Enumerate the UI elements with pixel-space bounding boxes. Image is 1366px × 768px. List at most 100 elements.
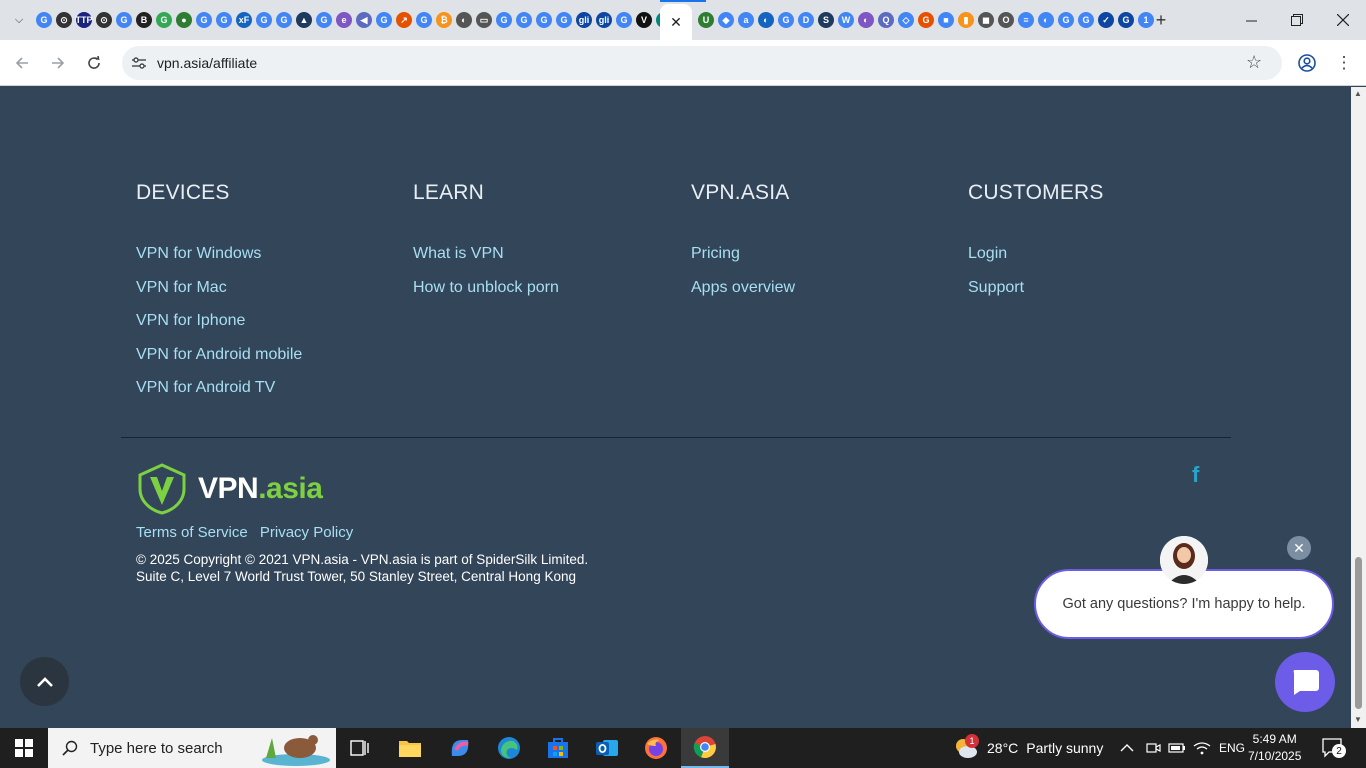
tab-favicon-icon[interactable]: ◐ <box>758 12 774 28</box>
menu-button[interactable]: ⋮ <box>1332 51 1356 75</box>
tab-favicon-icon[interactable]: G <box>276 12 292 28</box>
tab-favicon-icon[interactable]: ⊙ <box>96 12 112 28</box>
address-bar[interactable]: vpn.asia/affiliate ☆ <box>122 46 1282 80</box>
footer-link[interactable]: VPN for Android TV <box>136 379 302 413</box>
tab-search-button[interactable]: ⌵ <box>8 9 30 31</box>
tab-favicon-icon[interactable]: ◼ <box>978 12 994 28</box>
copilot-button[interactable] <box>436 728 484 768</box>
microsoft-store-button[interactable] <box>534 728 582 768</box>
tab-favicon-icon[interactable]: ₿ <box>436 12 452 28</box>
meet-now-icon[interactable] <box>1145 728 1161 768</box>
tab-favicon-icon[interactable]: ● <box>176 12 192 28</box>
site-info-icon[interactable] <box>130 54 148 72</box>
footer-link[interactable]: Apps overview <box>691 279 795 313</box>
tab-favicon-icon[interactable]: G <box>616 12 632 28</box>
footer-link[interactable]: How to unblock porn <box>413 279 559 313</box>
tab-favicon-icon[interactable]: G <box>116 12 132 28</box>
url-text[interactable]: vpn.asia/affiliate <box>157 55 257 71</box>
tab-favicon-icon[interactable]: ↗ <box>396 12 412 28</box>
chat-close-button[interactable]: ✕ <box>1287 536 1311 560</box>
tab-favicon-icon[interactable]: G <box>196 12 212 28</box>
language-indicator[interactable]: ENG <box>1219 728 1245 768</box>
tab-favicon-icon[interactable]: ◀ <box>356 12 372 28</box>
tab-favicon-icon[interactable]: G <box>1078 12 1094 28</box>
tab-favicon-icon[interactable]: G <box>536 12 552 28</box>
tab-favicon-icon[interactable]: xF <box>236 12 252 28</box>
tab-favicon-icon[interactable]: ▲ <box>296 12 312 28</box>
tab-favicon-icon[interactable]: e <box>336 12 352 28</box>
task-view-button[interactable] <box>336 728 384 768</box>
tab-favicon-icon[interactable]: G <box>216 12 232 28</box>
footer-link[interactable]: Support <box>968 279 1104 313</box>
scrollbar-thumb[interactable] <box>1355 557 1362 709</box>
vpnasia-logo[interactable]: VPN.asia <box>136 463 326 515</box>
tab-favicon-icon[interactable]: U <box>698 12 714 28</box>
tab-favicon-icon[interactable]: G <box>516 12 532 28</box>
new-tab-button[interactable]: + <box>1150 9 1172 31</box>
tab-favicon-icon[interactable]: G <box>156 12 172 28</box>
tab-favicon-icon[interactable]: gli <box>576 12 592 28</box>
tab-favicon-icon[interactable]: ≡ <box>1018 12 1034 28</box>
tab-favicon-icon[interactable]: G <box>778 12 794 28</box>
terms-link[interactable]: Terms of Service <box>136 524 248 541</box>
chrome-button[interactable] <box>681 728 729 768</box>
edge-button[interactable] <box>485 728 533 768</box>
restore-button[interactable] <box>1274 6 1320 34</box>
clock[interactable]: 5:49 AM 7/10/2025 <box>1248 731 1301 765</box>
wifi-icon[interactable] <box>1193 728 1211 768</box>
tab-favicon-icon[interactable]: a <box>738 12 754 28</box>
tab-favicon-icon[interactable]: G <box>316 12 332 28</box>
tab-favicon-icon[interactable]: Q <box>878 12 894 28</box>
chat-launcher-button[interactable] <box>1275 652 1335 712</box>
footer-link[interactable]: Pricing <box>691 245 795 279</box>
tab-favicon-icon[interactable]: G <box>496 12 512 28</box>
tab-favicon-icon[interactable]: ◐ <box>1038 12 1054 28</box>
forward-button[interactable] <box>46 51 70 75</box>
tab-favicon-icon[interactable]: gli <box>596 12 612 28</box>
footer-link[interactable]: VPN for Mac <box>136 279 302 313</box>
tab-favicon-icon[interactable]: G <box>416 12 432 28</box>
footer-link[interactable]: Login <box>968 245 1104 279</box>
back-button[interactable] <box>10 51 34 75</box>
tab-favicon-icon[interactable]: TTP <box>76 12 93 28</box>
footer-link[interactable]: What is VPN <box>413 245 559 279</box>
tab-favicon-icon[interactable]: G <box>1058 12 1074 28</box>
minimize-button[interactable] <box>1228 6 1274 34</box>
tab-favicon-icon[interactable]: G <box>918 12 934 28</box>
tab-favicon-icon[interactable]: ◐ <box>456 12 472 28</box>
tab-favicon-icon[interactable]: B <box>136 12 152 28</box>
tab-favicon-icon[interactable]: V <box>636 12 652 28</box>
privacy-link[interactable]: Privacy Policy <box>260 524 353 541</box>
close-tab-icon[interactable]: ✕ <box>670 14 682 31</box>
tab-favicon-icon[interactable]: G <box>36 12 52 28</box>
profile-button[interactable] <box>1295 51 1319 75</box>
notifications-button[interactable]: 2 <box>1322 728 1346 768</box>
reload-button[interactable] <box>82 51 106 75</box>
tab-favicon-icon[interactable]: G <box>556 12 572 28</box>
facebook-icon[interactable]: f <box>1192 462 1199 488</box>
tab-favicon-icon[interactable]: ▮ <box>958 12 974 28</box>
tab-favicon-icon[interactable]: G <box>256 12 272 28</box>
close-window-button[interactable] <box>1320 6 1366 34</box>
page-scrollbar[interactable]: ▲ ▼ <box>1351 87 1366 728</box>
scroll-to-top-button[interactable] <box>20 657 69 706</box>
show-hidden-icons-button[interactable] <box>1120 728 1134 768</box>
bookmark-star-icon[interactable]: ☆ <box>1246 52 1262 73</box>
tab-favicon-icon[interactable]: D <box>798 12 814 28</box>
scroll-up-arrow-icon[interactable]: ▲ <box>1354 89 1362 98</box>
tab-favicon-icon[interactable]: S <box>818 12 834 28</box>
taskbar-search-box[interactable]: Type here to search <box>48 728 336 768</box>
footer-link[interactable]: VPN for Android mobile <box>136 346 302 380</box>
footer-link[interactable]: VPN for Iphone <box>136 312 302 346</box>
tab-favicon-icon[interactable]: O <box>998 12 1014 28</box>
footer-link[interactable]: VPN for Windows <box>136 245 302 279</box>
tab-favicon-icon[interactable]: G <box>1118 12 1134 28</box>
tab-favicon-icon[interactable]: ✓ <box>1098 12 1114 28</box>
tab-favicon-icon[interactable]: G <box>376 12 392 28</box>
file-explorer-button[interactable] <box>386 728 434 768</box>
scroll-down-arrow-icon[interactable]: ▼ <box>1354 715 1362 724</box>
tab-favicon-icon[interactable]: ⊙ <box>56 12 72 28</box>
tab-favicon-icon[interactable]: W <box>838 12 854 28</box>
start-button[interactable] <box>0 728 48 768</box>
battery-icon[interactable] <box>1168 728 1186 768</box>
